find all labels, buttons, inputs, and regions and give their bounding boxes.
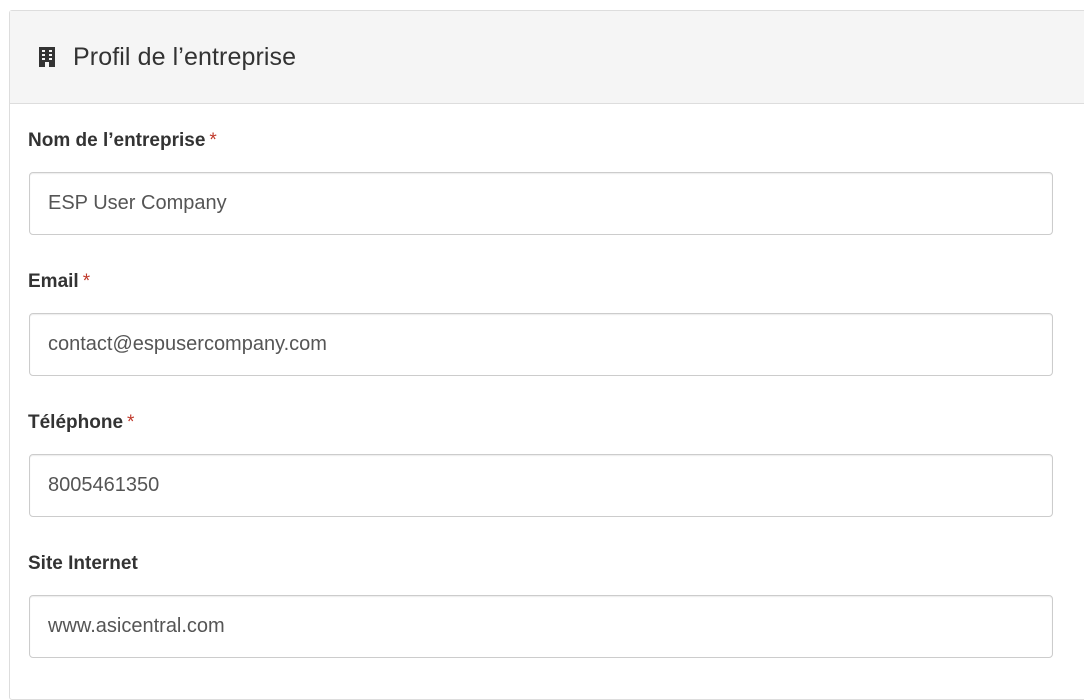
company-name-label-text: Nom de l’entreprise — [28, 130, 206, 151]
phone-label: Téléphone * — [28, 412, 134, 434]
email-label: Email * — [28, 271, 90, 293]
company-name-input[interactable] — [29, 172, 1053, 235]
website-label: Site Internet — [28, 553, 138, 575]
phone-field[interactable] — [29, 454, 1053, 517]
phone-label-text: Téléphone — [28, 412, 124, 433]
required-mark: * — [127, 412, 135, 433]
building-icon — [39, 47, 55, 67]
email-label-text: Email — [28, 271, 79, 292]
website-label-text: Site Internet — [28, 553, 138, 574]
required-mark: * — [82, 271, 91, 292]
website-field[interactable] — [29, 595, 1053, 658]
email-field[interactable] — [29, 313, 1053, 376]
company-name-label: Nom de l’entreprise * — [28, 130, 217, 152]
panel-title: Profil de l’entreprise — [73, 42, 297, 71]
required-mark: * — [209, 130, 217, 151]
panel-heading: Profil de l’entreprise — [10, 11, 1084, 104]
